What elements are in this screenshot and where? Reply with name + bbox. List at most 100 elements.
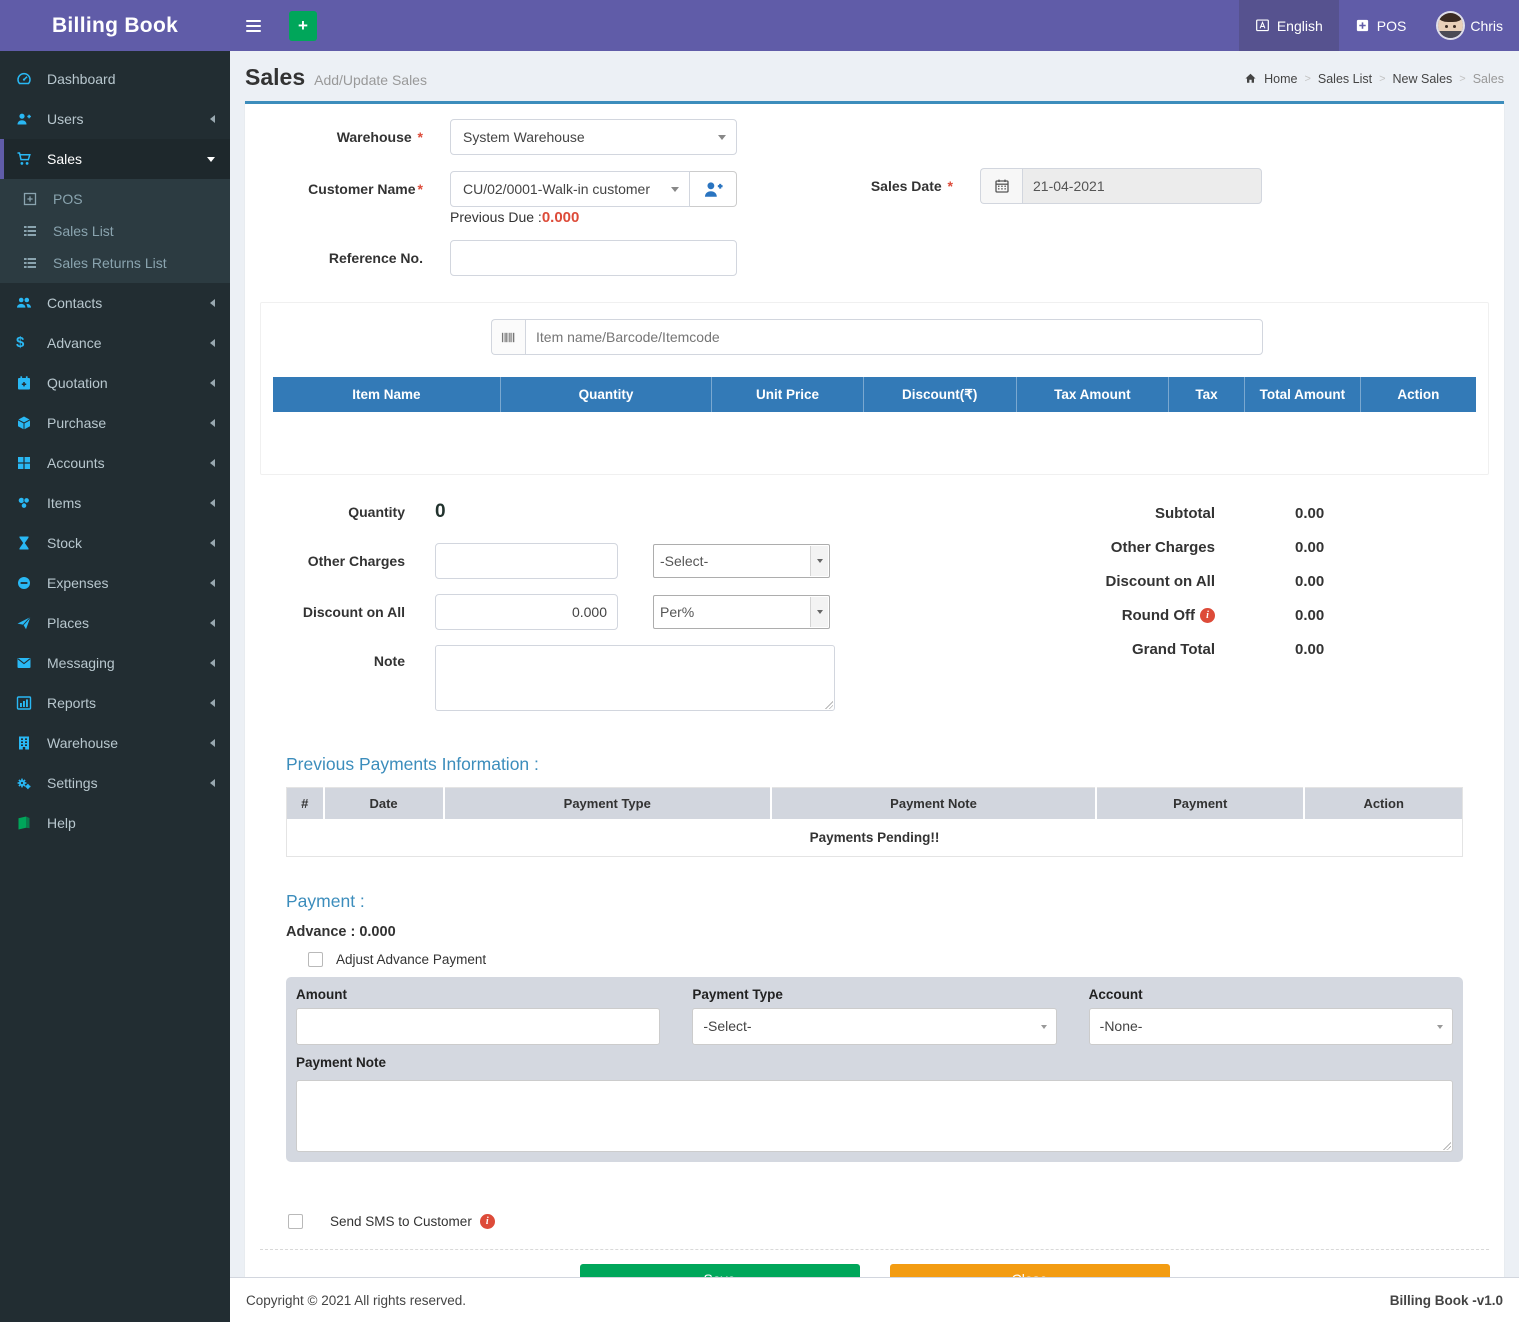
round-off-info-icon[interactable]: i bbox=[1200, 608, 1215, 623]
breadcrumb-home[interactable]: Home bbox=[1264, 72, 1297, 86]
discount-unit-select[interactable]: Per% bbox=[653, 595, 830, 629]
sidebar-item-sales[interactable]: Sales bbox=[0, 139, 230, 179]
round-off-label: Round Offi bbox=[1122, 607, 1215, 624]
discount-unit-value: Per% bbox=[660, 604, 694, 620]
grand-total-value: 0.00 bbox=[1295, 641, 1361, 658]
sales-date-label: Sales Date * bbox=[820, 178, 980, 194]
payment-note-textarea[interactable] bbox=[296, 1080, 1453, 1152]
calendar-addon[interactable] bbox=[980, 168, 1022, 204]
sidebar-item-label: Accounts bbox=[47, 455, 105, 471]
sidebar-item-label: Purchase bbox=[47, 415, 106, 431]
chevron-left-icon bbox=[210, 459, 215, 467]
discount-on-all-input[interactable] bbox=[435, 594, 618, 630]
copyright-text: Copyright © 2021 All rights reserved. bbox=[246, 1293, 466, 1308]
adjust-advance-checkbox[interactable] bbox=[308, 952, 323, 967]
note-textarea[interactable] bbox=[435, 645, 835, 711]
sidebar: Billing Book Dashboard Users Sales POS bbox=[0, 0, 230, 1322]
sidebar-item-items[interactable]: Items bbox=[0, 483, 230, 523]
sidebar-item-label: Contacts bbox=[47, 295, 102, 311]
dashboard-icon bbox=[16, 71, 38, 87]
sidebar-item-label: Advance bbox=[47, 335, 101, 351]
sidebar-item-reports[interactable]: Reports bbox=[0, 683, 230, 723]
other-charges-input[interactable] bbox=[435, 543, 618, 579]
sidebar-item-settings[interactable]: Settings bbox=[0, 763, 230, 803]
calendar-plus-icon bbox=[16, 375, 38, 391]
circles-cluster-icon bbox=[16, 495, 38, 511]
total-other-charges-value: 0.00 bbox=[1295, 539, 1361, 556]
sidebar-item-label: Help bbox=[47, 815, 76, 831]
sidebar-item-label: Users bbox=[47, 111, 84, 127]
sidebar-item-dashboard[interactable]: Dashboard bbox=[0, 59, 230, 99]
pos-plus-icon bbox=[1355, 18, 1370, 33]
sidebar-toggle-button[interactable] bbox=[230, 0, 277, 51]
send-sms-checkbox[interactable] bbox=[288, 1214, 303, 1229]
top-navbar: + English POS Chris bbox=[230, 0, 1519, 51]
sidebar-item-expenses[interactable]: Expenses bbox=[0, 563, 230, 603]
send-sms-label: Send SMS to Customer bbox=[330, 1214, 472, 1229]
pp-col-payment-note: Payment Note bbox=[771, 788, 1096, 819]
other-charges-select[interactable]: -Select- bbox=[653, 544, 830, 578]
app-logo[interactable]: Billing Book bbox=[0, 0, 230, 51]
sidebar-item-help[interactable]: Help bbox=[0, 803, 230, 843]
items-col-item-name: Item Name bbox=[273, 377, 500, 412]
payment-heading: Payment : bbox=[286, 891, 1463, 912]
quantity-value: 0 bbox=[435, 501, 446, 523]
app-window: Billing Book Dashboard Users Sales POS bbox=[0, 0, 1519, 1322]
breadcrumb-new-sales[interactable]: New Sales bbox=[1393, 72, 1453, 86]
sidebar-item-quotation[interactable]: Quotation bbox=[0, 363, 230, 403]
chevron-left-icon bbox=[210, 379, 215, 387]
sidebar-item-warehouse[interactable]: Warehouse bbox=[0, 723, 230, 763]
sidebar-subitem-pos[interactable]: POS bbox=[0, 183, 230, 215]
breadcrumb-sales-list[interactable]: Sales List bbox=[1318, 72, 1372, 86]
select-arrow-icon bbox=[810, 546, 828, 576]
payments-pending-message: Payments Pending!! bbox=[287, 819, 1463, 857]
pos-menu[interactable]: POS bbox=[1339, 0, 1423, 51]
pp-col-action: Action bbox=[1304, 788, 1462, 819]
sidebar-item-contacts[interactable]: Contacts bbox=[0, 283, 230, 323]
breadcrumb-current: Sales bbox=[1473, 72, 1504, 86]
sidebar-subitem-sales-list[interactable]: Sales List bbox=[0, 215, 230, 247]
sidebar-item-accounts[interactable]: Accounts bbox=[0, 443, 230, 483]
sidebar-item-label: Dashboard bbox=[47, 71, 116, 87]
sidebar-item-users[interactable]: Users bbox=[0, 99, 230, 139]
item-search-input[interactable] bbox=[525, 319, 1263, 355]
account-select[interactable]: -None- bbox=[1089, 1008, 1453, 1045]
add-customer-button[interactable] bbox=[690, 171, 737, 207]
sidebar-menu: Dashboard Users Sales POS Sales Li bbox=[0, 51, 230, 843]
save-button[interactable]: Save bbox=[580, 1264, 860, 1278]
language-menu[interactable]: English bbox=[1239, 0, 1339, 51]
quick-add-button[interactable]: + bbox=[289, 11, 317, 41]
sidebar-item-label: Warehouse bbox=[47, 735, 118, 751]
sms-info-icon[interactable]: i bbox=[480, 1214, 495, 1229]
user-menu[interactable]: Chris bbox=[1422, 0, 1519, 51]
sidebar-item-places[interactable]: Places bbox=[0, 603, 230, 643]
subtotal-value: 0.00 bbox=[1295, 505, 1361, 522]
hourglass-icon bbox=[16, 535, 38, 551]
sidebar-item-purchase[interactable]: Purchase bbox=[0, 403, 230, 443]
previous-due: Previous Due :0.000 bbox=[450, 209, 820, 226]
user-plus-icon bbox=[16, 111, 38, 127]
items-empty-row bbox=[273, 412, 1476, 440]
previous-due-label: Previous Due : bbox=[450, 209, 542, 225]
sidebar-subitem-sales-returns-list[interactable]: Sales Returns List bbox=[0, 247, 230, 279]
items-col-tax: Tax bbox=[1169, 377, 1245, 412]
pp-col-index: # bbox=[287, 788, 324, 819]
amount-input[interactable] bbox=[296, 1008, 660, 1045]
items-panel: Item Name Quantity Unit Price Discount(₹… bbox=[260, 302, 1489, 475]
pp-col-payment: Payment bbox=[1096, 788, 1304, 819]
close-button[interactable]: Close bbox=[890, 1264, 1170, 1278]
sales-date-input[interactable] bbox=[1022, 168, 1262, 204]
payment-type-select[interactable]: -Select- bbox=[692, 1008, 1056, 1045]
sidebar-item-stock[interactable]: Stock bbox=[0, 523, 230, 563]
warehouse-select[interactable]: System Warehouse bbox=[450, 119, 737, 155]
total-other-charges-label: Other Charges bbox=[1111, 539, 1215, 556]
sidebar-item-messaging[interactable]: Messaging bbox=[0, 643, 230, 683]
customer-select[interactable]: CU/02/0001-Walk-in customer bbox=[450, 171, 690, 207]
chevron-left-icon bbox=[210, 339, 215, 347]
chevron-left-icon bbox=[210, 659, 215, 667]
language-label: English bbox=[1277, 18, 1323, 34]
previous-payments-section: Previous Payments Information : # Date P… bbox=[286, 754, 1463, 857]
reference-no-input[interactable] bbox=[450, 240, 737, 276]
sidebar-item-advance[interactable]: $ Advance bbox=[0, 323, 230, 363]
building-icon bbox=[16, 735, 38, 751]
